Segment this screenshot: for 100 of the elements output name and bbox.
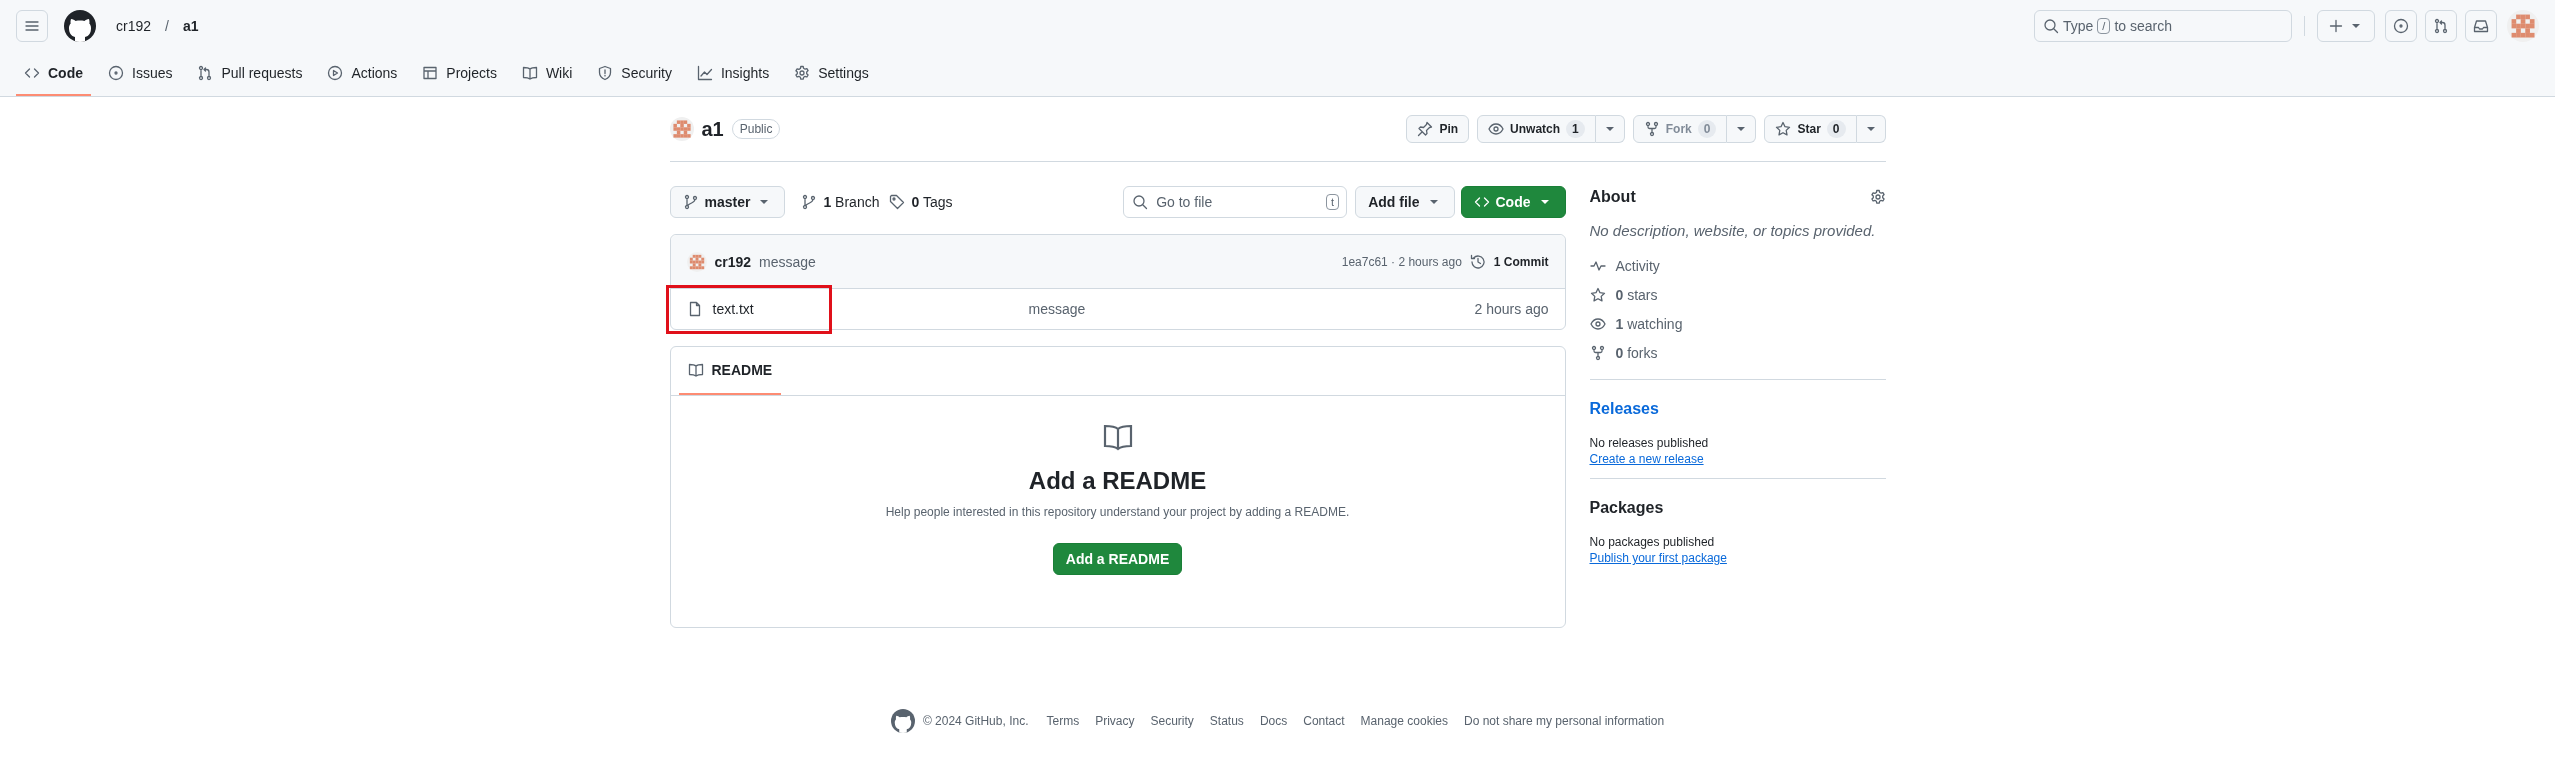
pull-request-icon [2433, 18, 2449, 34]
counter: 0 [1697, 120, 1717, 138]
github-logo[interactable] [890, 709, 915, 733]
shortcut-key: / [2097, 18, 2111, 34]
footer-link[interactable]: Docs [1259, 714, 1288, 728]
plus-icon [2328, 18, 2344, 34]
fork-icon [1643, 121, 1660, 137]
pin-icon [1417, 121, 1434, 137]
nav-tab[interactable]: Insights [688, 52, 778, 96]
nav-tab[interactable]: Security [589, 52, 680, 96]
graph-icon [696, 65, 713, 81]
pull-request-icon [197, 65, 214, 81]
code-button[interactable]: Code [1460, 186, 1566, 218]
book-icon [687, 362, 704, 378]
file-name[interactable]: text.txt [712, 301, 754, 317]
create-release-link[interactable]: Create a new release [1589, 452, 1704, 466]
table-icon [422, 65, 439, 81]
releases-text: No releases published [1589, 436, 1709, 450]
breadcrumb-separator: / [164, 18, 170, 34]
repo-name[interactable]: a1 [701, 117, 724, 141]
nav-tab[interactable]: Issues [100, 52, 181, 96]
issue-icon [108, 65, 124, 81]
shield-icon [597, 65, 614, 81]
footer-link[interactable]: Terms [1046, 714, 1080, 728]
branches-link[interactable]: 1 Branch [823, 194, 880, 210]
footer-link[interactable]: Security [1150, 714, 1194, 728]
menu-icon [24, 18, 40, 34]
history-icon [1469, 253, 1486, 270]
inbox-button[interactable] [2465, 10, 2497, 42]
issues-button[interactable] [2385, 10, 2417, 42]
star-icon [1589, 286, 1606, 303]
file-time: 2 hours ago [1474, 301, 1549, 317]
branch-icon [682, 194, 699, 210]
add-file-button[interactable]: Add file [1355, 186, 1455, 218]
readme-text: Help people interested in this repository understand your project by adding a README. [885, 505, 1350, 519]
book-icon [521, 65, 538, 81]
repo-action-button[interactable]: Pin [1406, 115, 1470, 143]
menu-button[interactable] [16, 10, 48, 42]
footer-link[interactable]: Manage cookies [1360, 714, 1448, 728]
commit-author[interactable]: cr192 [714, 253, 752, 270]
settings-icon [794, 65, 811, 81]
tag-icon [889, 194, 906, 210]
owner-avatar [669, 117, 694, 141]
about-stat-link[interactable]: 1 watching [1615, 315, 1683, 332]
code-icon [24, 65, 40, 81]
author-avatar [686, 251, 707, 272]
about-stat-link[interactable]: 0 forks [1615, 344, 1658, 361]
nav-tab[interactable]: Actions [319, 52, 406, 96]
footer-link[interactable]: Status [1209, 714, 1244, 728]
nav-tab[interactable]: Pull requests [189, 52, 311, 96]
pull-requests-button[interactable] [2425, 10, 2457, 42]
branch-selector[interactable]: master [669, 186, 786, 218]
nav-tab[interactable]: Settings [786, 52, 877, 96]
nav-tab[interactable]: Code [16, 52, 91, 96]
packages-heading: Packages [1589, 499, 1664, 517]
search-hint: to search [2114, 18, 2172, 34]
publish-package-link[interactable]: Publish your first package [1589, 551, 1727, 565]
tags-link[interactable]: 0 Tags [911, 194, 953, 210]
about-stat-link[interactable]: 0 stars [1615, 286, 1658, 303]
fork-icon [1589, 344, 1606, 361]
about-stat-link[interactable]: Activity [1615, 257, 1660, 274]
search-icon [1132, 194, 1149, 210]
file-commit-message[interactable]: message [1028, 301, 1475, 317]
footer-link[interactable]: Contact [1303, 714, 1345, 728]
star-icon [1775, 121, 1792, 137]
commit-message[interactable]: message [759, 253, 816, 270]
owner-link[interactable]: cr192 [112, 18, 156, 34]
search-field[interactable]: Type / to search [2034, 10, 2292, 42]
issue-icon [2393, 18, 2409, 34]
create-button[interactable] [2317, 10, 2375, 42]
settings-icon[interactable] [1869, 189, 1886, 205]
commits-link[interactable]: 1 Commit [1493, 254, 1549, 269]
nav-tab[interactable]: Projects [414, 52, 505, 96]
commit-info[interactable]: 1ea7c61 · 2 hours ago [1341, 254, 1462, 269]
releases-heading[interactable]: Releases [1589, 400, 1659, 418]
code-icon [1473, 194, 1490, 210]
search-hint: Type [2063, 18, 2094, 34]
github-logo[interactable] [64, 10, 96, 42]
repo-action-button[interactable]: Unwatch 1 [1477, 115, 1596, 143]
readme-tab[interactable]: README [678, 347, 782, 395]
counter: 1 [1566, 120, 1585, 138]
readme-heading: Add a README [1028, 467, 1207, 495]
search-icon [2043, 18, 2059, 34]
footer-link[interactable]: Privacy [1095, 714, 1135, 728]
shortcut-key: t [1326, 194, 1340, 210]
copyright-text: © 2024 GitHub, Inc. [922, 714, 1029, 728]
repo-link[interactable]: a1 [178, 18, 203, 34]
inbox-icon [2473, 18, 2489, 34]
play-icon [327, 65, 344, 81]
repo-action-button[interactable]: Star 0 [1764, 115, 1857, 143]
eye-icon [1589, 315, 1606, 332]
add-readme-button[interactable]: Add a README [1052, 543, 1183, 575]
eye-icon [1488, 121, 1505, 137]
about-description: No description, website, or topics provided. [1589, 222, 1876, 239]
footer-link[interactable]: Do not share my personal information [1463, 714, 1665, 728]
nav-tab[interactable]: Wiki [513, 52, 581, 96]
counter: 0 [1826, 120, 1846, 138]
packages-text: No packages published [1589, 535, 1715, 549]
about-heading: About [1589, 188, 1636, 206]
branch-icon [801, 194, 818, 210]
